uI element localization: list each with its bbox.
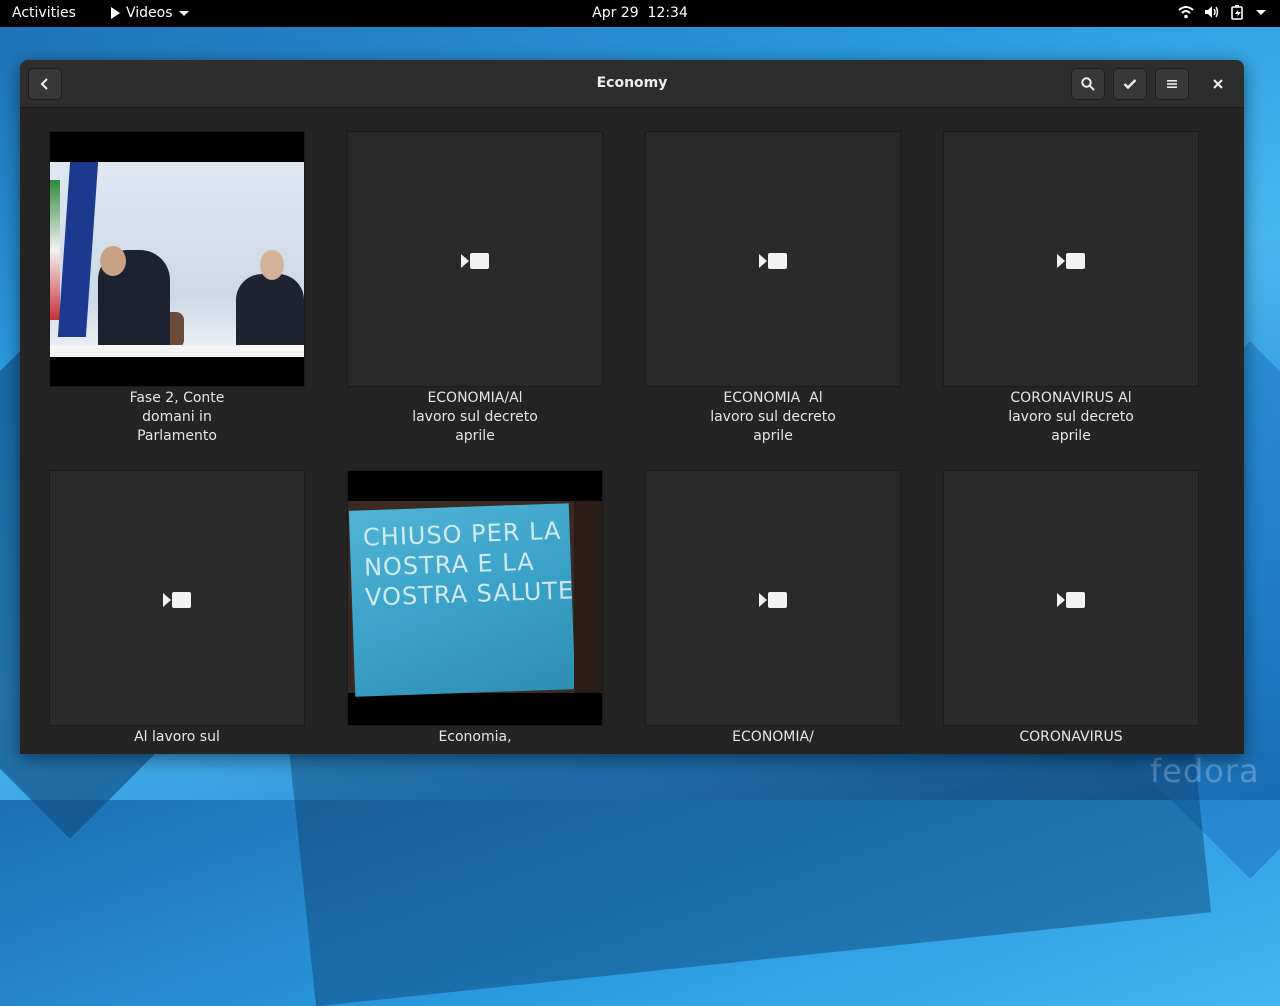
video-thumbnail (943, 131, 1199, 387)
video-caption: Fase 2, Conte domani in Parlamento (129, 390, 225, 444)
search-icon (1081, 77, 1095, 91)
video-caption: ECONOMIA Al lavoro sul decreto aprile (710, 390, 841, 444)
close-icon (1213, 79, 1223, 89)
back-button[interactable] (28, 68, 62, 100)
video-camera-icon (759, 592, 787, 608)
video-thumbnail (645, 131, 901, 387)
app-name: Videos (126, 5, 173, 21)
videos-window: Economy Fase 2, Conte domani in Parlamen… (20, 60, 1244, 754)
video-caption: Economia, (438, 729, 512, 745)
app-menu[interactable]: Videos (111, 5, 189, 21)
video-tile[interactable]: Fase 2, Conte domani in Parlamento (49, 131, 305, 446)
chevron-down-icon (178, 10, 189, 16)
video-tile[interactable]: Al lavoro sul (49, 470, 305, 747)
videos-app-icon (111, 7, 120, 19)
wifi-icon (1178, 6, 1194, 19)
video-thumbnail (347, 131, 603, 387)
video-tile[interactable]: CORONAVIRUS Al lavoro sul decreto aprile (943, 131, 1199, 446)
gnome-top-bar: Activities Videos Apr 29 12:34 (0, 0, 1280, 27)
search-button[interactable] (1071, 68, 1105, 100)
volume-icon (1205, 6, 1219, 18)
video-grid-view: Fase 2, Conte domani in Parlamento ECONO… (20, 108, 1244, 754)
video-tile[interactable]: CORONAVIRUS (943, 470, 1199, 747)
video-tile[interactable]: CHIUSO PER LA NOSTRA E LA VOSTRA SALUTE … (347, 470, 603, 747)
video-camera-icon (1057, 592, 1085, 608)
video-camera-icon (1057, 253, 1085, 269)
video-caption: CORONAVIRUS Al lavoro sul decreto aprile (1008, 390, 1134, 444)
video-camera-icon (461, 253, 489, 269)
hamburger-menu-icon (1167, 80, 1177, 88)
fedora-watermark: fedora (1150, 752, 1260, 790)
video-caption: ECONOMIA/ (732, 729, 814, 745)
video-thumbnail (49, 131, 305, 387)
video-thumbnail (943, 470, 1199, 726)
window-title: Economy (596, 75, 668, 91)
video-camera-icon (163, 592, 191, 608)
check-icon (1123, 79, 1137, 90)
menu-button[interactable] (1155, 68, 1189, 100)
video-tile[interactable]: ECONOMIA/ (645, 470, 901, 747)
sign-text: CHIUSO PER LA NOSTRA E LA VOSTRA SALUTE (362, 516, 575, 612)
video-thumbnail (645, 470, 901, 726)
video-caption: CORONAVIRUS (1019, 729, 1123, 745)
italian-flag (50, 180, 60, 320)
battery-icon (1231, 5, 1243, 20)
video-thumbnail (49, 470, 305, 726)
video-caption: Al lavoro sul (134, 729, 220, 745)
system-status-area[interactable] (1178, 4, 1266, 20)
video-thumbnail: CHIUSO PER LA NOSTRA E LA VOSTRA SALUTE (347, 470, 603, 726)
video-tile[interactable]: ECONOMIA Al lavoro sul decreto aprile (645, 131, 901, 446)
clock-container: Apr 29 12:34 (0, 5, 1280, 21)
back-icon (40, 78, 48, 90)
video-tile[interactable]: ECONOMIA/Al lavoro sul decreto aprile (347, 131, 603, 446)
header-bar: Economy (20, 60, 1244, 108)
system-menu-caret-icon (1256, 9, 1266, 15)
video-camera-icon (759, 253, 787, 269)
select-button[interactable] (1113, 68, 1147, 100)
close-button[interactable] (1202, 68, 1234, 100)
video-caption: ECONOMIA/Al lavoro sul decreto aprile (412, 390, 538, 444)
activities-button[interactable]: Activities (12, 5, 76, 21)
clock[interactable]: Apr 29 12:34 (592, 5, 688, 21)
eu-flag (57, 162, 99, 337)
